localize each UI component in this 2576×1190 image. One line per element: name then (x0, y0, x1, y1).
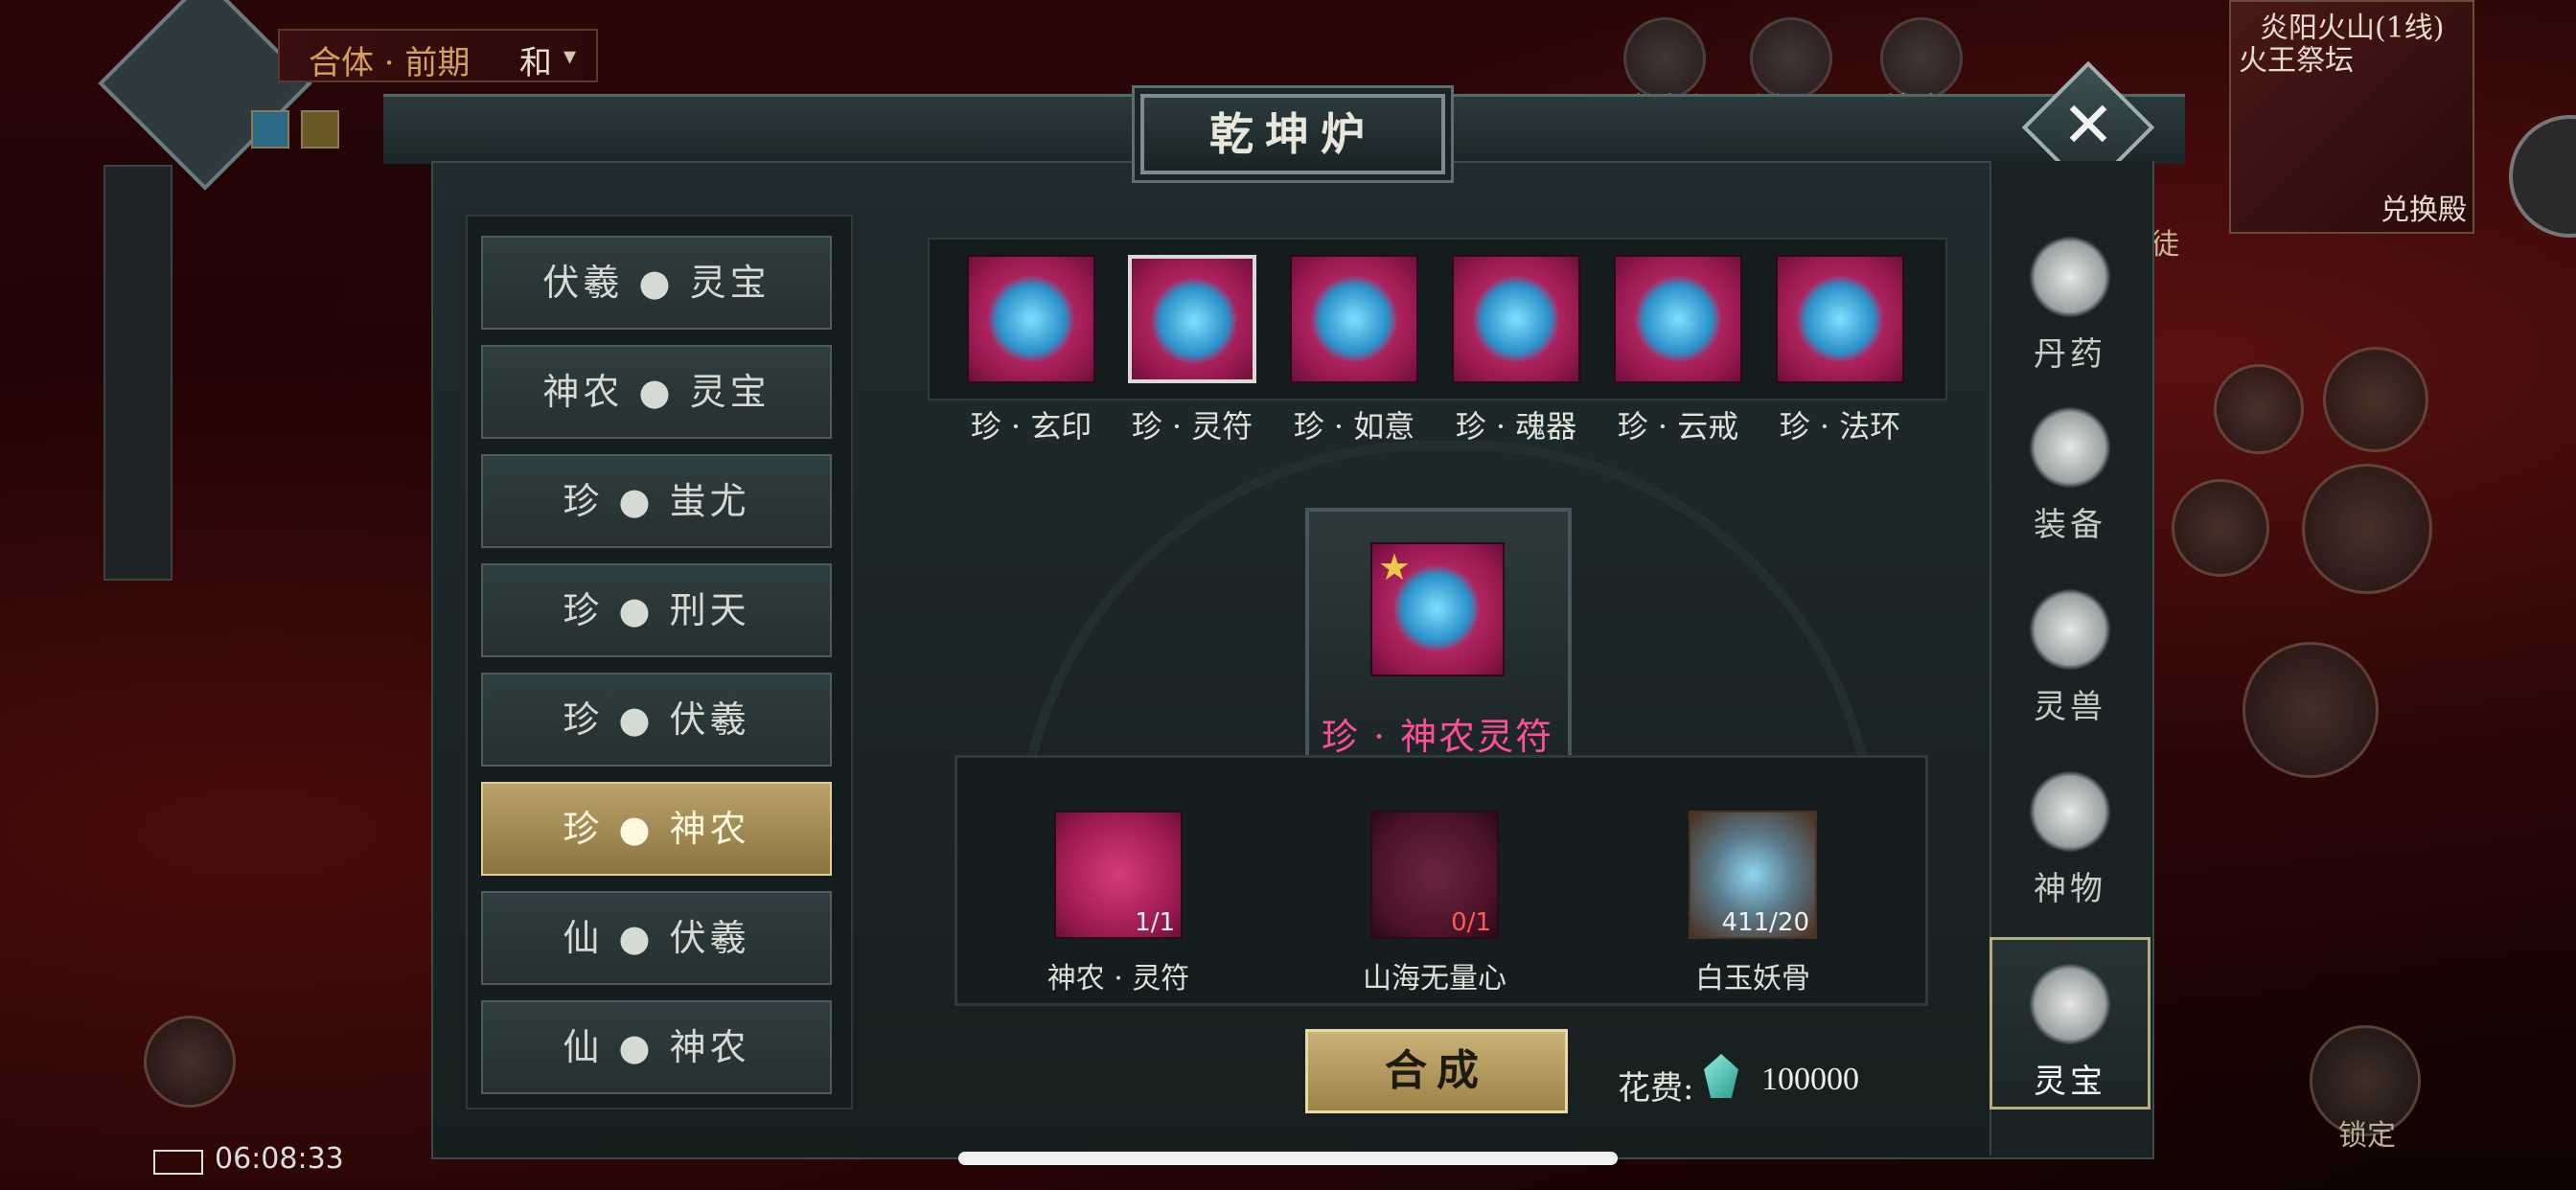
item-label: 珍 · 云戒 (1617, 408, 1739, 445)
yin-yang-icon[interactable] (2302, 464, 2432, 594)
tab-label: 装备 (2034, 506, 2106, 544)
category-item-active[interactable]: 珍 ● 神农 (481, 782, 832, 876)
realm-text: 合体 · 前期 (309, 44, 471, 82)
item-slot[interactable] (1290, 255, 1418, 383)
item-slot[interactable] (1776, 255, 1904, 383)
tab-label: 灵兽 (2034, 688, 2106, 726)
star-icon: ★ (1378, 546, 1412, 588)
back-arrow-icon[interactable] (2172, 479, 2269, 577)
buff-icon[interactable] (251, 110, 289, 149)
item-label: 珍 · 如意 (1293, 408, 1415, 445)
clock: 06:08:33 (215, 1142, 344, 1176)
item-slot[interactable] (967, 255, 1095, 383)
item-icon (1311, 276, 1397, 362)
material-count: 0/1 (1451, 908, 1491, 937)
category-item[interactable]: 仙 ● 神农 (481, 1000, 832, 1094)
tab-label: 灵宝 (2034, 1063, 2106, 1101)
item-icon (1473, 276, 1559, 362)
item-label: 珍 · 灵符 (1131, 408, 1254, 445)
material-slot[interactable]: 1/1 (1054, 811, 1183, 939)
material-slot[interactable]: 411/20 (1689, 811, 1817, 939)
paw-icon (2029, 588, 2111, 671)
material-label: 白玉妖骨 (1695, 962, 1810, 995)
category-item[interactable]: 珍 ● 蚩尤 (481, 454, 832, 548)
category-item[interactable]: 珍 ● 伏羲 (481, 673, 832, 767)
tab-spirit-beast[interactable]: 灵兽 (1990, 565, 2150, 738)
item-label: 珍 · 玄印 (970, 408, 1092, 445)
panel-title: 乾坤炉 (1209, 108, 1376, 160)
material-label: 神农 · 灵符 (1046, 962, 1190, 995)
result-item-slot[interactable]: ★ (1370, 542, 1505, 676)
close-icon: ✕ (2061, 88, 2115, 162)
item-slot[interactable] (1452, 255, 1580, 383)
fire-skill-icon[interactable] (2242, 642, 2379, 778)
tab-spirit-treasure[interactable]: 灵宝 (1990, 937, 2150, 1110)
item-icon (1797, 276, 1883, 362)
panel-title-plate: 乾坤炉 (1140, 94, 1445, 174)
mortar-icon (2029, 236, 2111, 318)
chevron-down-icon[interactable]: ▾ (564, 42, 576, 71)
lock-label: 锁定 (2338, 1119, 2396, 1153)
item-slot-selected[interactable] (1128, 255, 1256, 383)
mount-icon[interactable] (144, 1016, 236, 1108)
material-slot[interactable]: 0/1 (1370, 811, 1499, 939)
category-item[interactable]: 珍 ● 刑天 (481, 563, 832, 657)
map-location: 火王祭坛 (2239, 44, 2354, 78)
buff-icon[interactable] (301, 110, 339, 149)
tab-label: 神物 (2034, 870, 2106, 908)
tab-pills[interactable]: 丹药 (1990, 213, 2150, 385)
cost-value: 100000 (1761, 1062, 1859, 1097)
skill-icon[interactable] (2323, 347, 2428, 452)
material-count: 1/1 (1135, 908, 1175, 937)
left-side-bar (104, 165, 172, 581)
category-item[interactable]: 神农 ● 灵宝 (481, 345, 832, 439)
item-icon (1635, 276, 1721, 362)
tab-label: 丹药 (2034, 335, 2106, 374)
tab-equipment[interactable]: 装备 (1990, 383, 2150, 556)
sword-icon (2029, 406, 2111, 489)
craft-button[interactable]: 合成 (1305, 1029, 1568, 1113)
category-item[interactable]: 仙 ● 伏羲 (481, 891, 832, 985)
minimap[interactable]: 炎阳火山(1线) 火王祭坛 兑换殿 (2229, 0, 2474, 234)
realm-bar[interactable]: 合体 · 前期 和 ▾ (278, 29, 598, 82)
item-icon (1151, 278, 1237, 364)
item-icon (988, 276, 1074, 362)
battery-icon (153, 1150, 203, 1175)
material-label: 山海无量心 (1363, 962, 1506, 995)
fan-icon (2029, 770, 2111, 853)
cost-label: 花费: (1618, 1069, 1694, 1108)
result-item-name: 珍 · 神农灵符 (1321, 716, 1554, 758)
realm-tag: 和 (519, 44, 552, 82)
exchange-hall-label: 兑换殿 (2380, 194, 2467, 227)
item-label: 珍 · 法环 (1779, 408, 1901, 445)
tab-divine-object[interactable]: 神物 (1990, 747, 2150, 920)
treasure-icon (2029, 963, 2111, 1045)
item-slot[interactable] (1614, 255, 1742, 383)
material-count: 411/20 (1721, 908, 1809, 937)
category-item[interactable]: 伏羲 ● 灵宝 (481, 236, 832, 330)
side-text: 徒 (2150, 228, 2179, 262)
bag-icon[interactable] (2214, 364, 2304, 454)
home-indicator[interactable] (958, 1152, 1618, 1165)
